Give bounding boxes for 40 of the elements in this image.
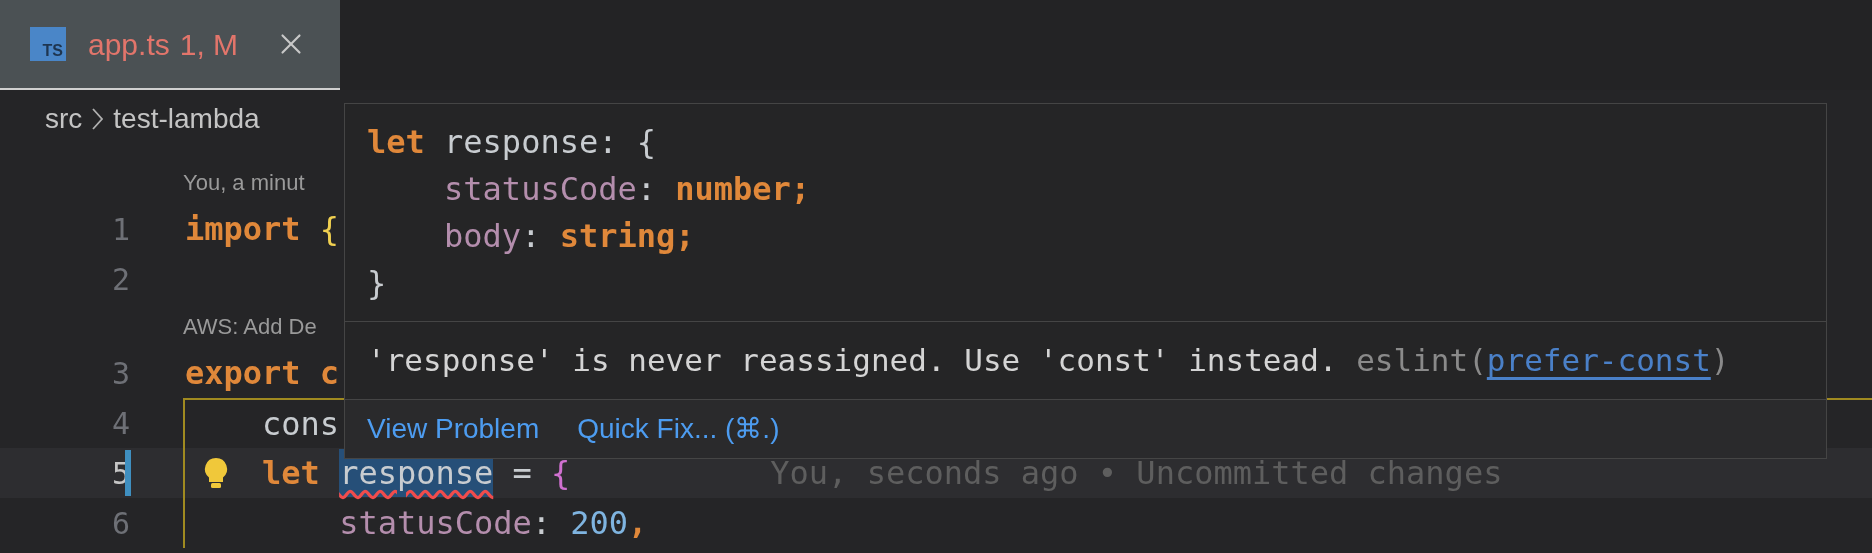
- lightbulb-icon[interactable]: [203, 457, 229, 489]
- code-token: ,: [628, 503, 648, 544]
- code-token: statusCode: [443, 168, 637, 210]
- code-token: {: [551, 453, 571, 494]
- code-token: body: [443, 215, 522, 257]
- chevron-icon: [92, 108, 104, 130]
- code-token: :: [531, 503, 553, 544]
- code-token: statusCode: [338, 503, 532, 544]
- codelens-text[interactable]: AWS: Add De: [183, 309, 317, 343]
- problem-message: 'response' is never reassigned. Use 'const' instead. eslint(prefer-const): [367, 341, 1730, 381]
- codelens-text[interactable]: You, a minut: [183, 165, 305, 199]
- line-number: 6: [111, 504, 130, 543]
- line-number: 3: [111, 354, 130, 393]
- code-token: export c: [185, 353, 340, 394]
- code-token: string;: [559, 215, 695, 257]
- code-token: =: [511, 453, 533, 494]
- code-token: let: [367, 121, 425, 163]
- code-token: response: {: [443, 121, 656, 163]
- code-token: :: [521, 215, 542, 257]
- typescript-file-icon: TS: [30, 27, 66, 61]
- rule-link[interactable]: prefer-const: [1486, 342, 1711, 379]
- action-link[interactable]: View Problem: [367, 408, 540, 450]
- code-token: import: [185, 209, 301, 250]
- code-token: cons: [261, 404, 340, 445]
- line-number: 4: [111, 404, 130, 443]
- line-number: 1: [111, 210, 130, 249]
- code-token: :: [636, 168, 657, 210]
- breadcrumb-item[interactable]: test-lambda: [113, 98, 260, 140]
- code-token: number;: [675, 168, 811, 210]
- tab-status-text: 1, M: [179, 26, 239, 63]
- line-number: 2: [111, 260, 130, 299]
- action-link[interactable]: Quick Fix... (⌘.): [577, 408, 780, 450]
- editor-tab[interactable]: TS app.ts 1, M: [0, 0, 340, 90]
- code-token: }: [367, 262, 387, 304]
- tab-label: app.ts: [88, 26, 170, 63]
- code-token: let: [262, 453, 321, 494]
- modified-marker[interactable]: [125, 450, 131, 496]
- breadcrumb-item[interactable]: src: [45, 98, 83, 140]
- code-token: {: [318, 209, 340, 250]
- code-token: 200: [570, 503, 629, 544]
